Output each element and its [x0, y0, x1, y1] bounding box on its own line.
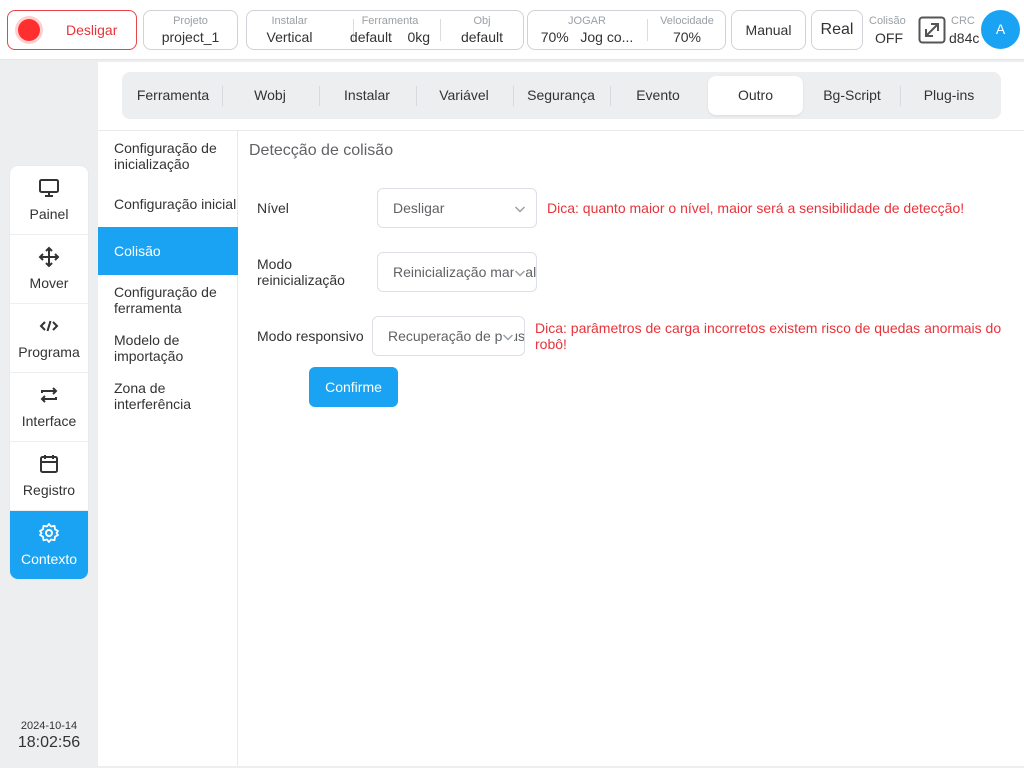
tab-plug-ins[interactable]: Plug-ins: [901, 76, 997, 115]
level-hint: Dica: quanto maior o nível, maior será a…: [547, 200, 965, 216]
subnav-item-config-inicial[interactable]: Configuração inicial: [98, 196, 238, 212]
tool-label: Ferramenta: [361, 15, 419, 27]
settings-tab-bar: Ferramenta Wobj Instalar Variável Segura…: [122, 72, 1001, 119]
tab-ferramenta[interactable]: Ferramenta: [126, 76, 220, 115]
sidebar-item-mover[interactable]: Mover: [10, 235, 88, 304]
current-time: 18:02:56: [17, 734, 81, 751]
reset-mode-select[interactable]: Reinicialização manual: [377, 252, 537, 292]
subnav-item-zona-interferencia[interactable]: Zona de interferência: [98, 380, 238, 412]
sidebar-item-label: Painel: [29, 206, 69, 222]
jog-label: JOGAR: [568, 15, 606, 27]
sidebar-item-registro[interactable]: Registro: [10, 442, 88, 511]
sidebar-item-painel[interactable]: Painel: [10, 166, 88, 235]
chevron-down-icon: [502, 331, 514, 343]
sidebar-item-label: Interface: [21, 413, 77, 429]
page-title: Detecção de colisão: [249, 142, 394, 159]
jog-speed-group: JOGAR 70% Jog co... Velocidade 70%: [527, 10, 726, 50]
obj-label: Obj: [473, 15, 491, 27]
speed-selector[interactable]: Velocidade 70%: [648, 11, 726, 49]
crc-label: CRC: [951, 15, 975, 27]
collision-label: Colisão: [869, 15, 906, 27]
collision-value: OFF: [875, 30, 903, 46]
response-mode-select[interactable]: Recuperação de pausa: [372, 316, 525, 356]
subnav-item-modelo-importacao[interactable]: Modelo de importação: [98, 332, 238, 364]
crc-value: d84c: [949, 30, 980, 46]
install-value: Vertical: [266, 29, 313, 45]
project-selector[interactable]: Projeto project_1: [143, 10, 238, 50]
tab-bg-script[interactable]: Bg-Script: [805, 76, 899, 115]
tab-instalar[interactable]: Instalar: [320, 76, 414, 115]
monitor-icon: [39, 179, 59, 197]
main-sidebar: Painel Mover Programa Interface Registro…: [10, 166, 88, 579]
sidebar-item-label: Programa: [18, 344, 80, 360]
chevron-down-icon: [514, 203, 526, 215]
user-avatar[interactable]: A: [981, 10, 1020, 49]
sidebar-item-interface[interactable]: Interface: [10, 373, 88, 442]
tab-outro[interactable]: Outro: [708, 76, 803, 115]
move-icon: [38, 246, 60, 268]
power-off-button[interactable]: Desligar: [7, 10, 137, 50]
response-mode-hint: Dica: parâmetros de carga incorretos exi…: [535, 320, 1002, 352]
obj-value: default: [460, 29, 504, 45]
sidebar-item-label: Mover: [29, 275, 69, 291]
speed-value: 70%: [672, 29, 702, 45]
tab-evento[interactable]: Evento: [611, 76, 705, 115]
calendar-icon: [40, 455, 58, 473]
tool-selector[interactable]: Ferramenta default 0kg: [341, 11, 439, 49]
tab-variavel[interactable]: Variável: [417, 76, 511, 115]
sidebar-item-contexto[interactable]: Contexto: [10, 511, 88, 579]
sidebar-item-label: Registro: [22, 482, 76, 498]
level-select-value: Desligar: [393, 200, 445, 216]
chevron-down-icon: [514, 267, 526, 279]
manual-mode-button[interactable]: Manual: [731, 10, 806, 50]
level-select[interactable]: Desligar: [377, 188, 537, 228]
jog-value: 70% Jog co...: [540, 29, 634, 45]
collision-settings-content: Detecção de colisão Nível Desligar Dica:…: [239, 131, 1024, 766]
sidebar-item-label: Contexto: [20, 551, 78, 567]
subnav-item-colisao[interactable]: Colisão: [98, 227, 238, 275]
project-label: Projeto: [173, 15, 208, 27]
speed-label: Velocidade: [660, 15, 714, 27]
tab-seguranca[interactable]: Segurança: [514, 76, 608, 115]
reset-mode-label: Modo reinicialização: [257, 256, 345, 288]
confirm-button[interactable]: Confirme: [309, 367, 398, 407]
gear-icon: [39, 523, 59, 543]
tab-wobj[interactable]: Wobj: [223, 76, 317, 115]
jog-selector[interactable]: JOGAR 70% Jog co...: [532, 11, 642, 49]
power-status-led-icon: [18, 19, 40, 41]
install-label: Instalar: [271, 15, 308, 27]
level-label: Nível: [257, 200, 289, 216]
tool-value: default 0kg: [349, 29, 431, 45]
swap-icon: [40, 387, 58, 403]
main-panel: Ferramenta Wobj Instalar Variável Segura…: [98, 62, 1024, 766]
project-value: project_1: [161, 29, 220, 45]
settings-subnav: Configuração de inicialização Configuraç…: [98, 131, 238, 766]
install-selector[interactable]: Instalar Vertical: [247, 11, 332, 49]
expand-icon[interactable]: [918, 16, 946, 44]
top-status-bar: Desligar Projeto project_1 Instalar Vert…: [0, 0, 1024, 60]
response-mode-label: Modo responsivo: [257, 328, 364, 344]
power-off-label: Desligar: [66, 22, 118, 38]
code-icon: [39, 320, 59, 332]
obj-selector[interactable]: Obj default: [441, 11, 523, 49]
subnav-item-config-inicializacao[interactable]: Configuração de inicialização: [98, 140, 238, 172]
current-date: 2024-10-14: [20, 720, 78, 732]
clock: 2024-10-14 18:02:56: [10, 720, 88, 752]
install-tool-obj-group: Instalar Vertical Ferramenta default 0kg…: [246, 10, 524, 50]
subnav-item-config-ferramenta[interactable]: Configuração de ferramenta: [98, 284, 238, 316]
sidebar-item-programa[interactable]: Programa: [10, 304, 88, 373]
real-mode-button[interactable]: Real: [811, 10, 863, 50]
